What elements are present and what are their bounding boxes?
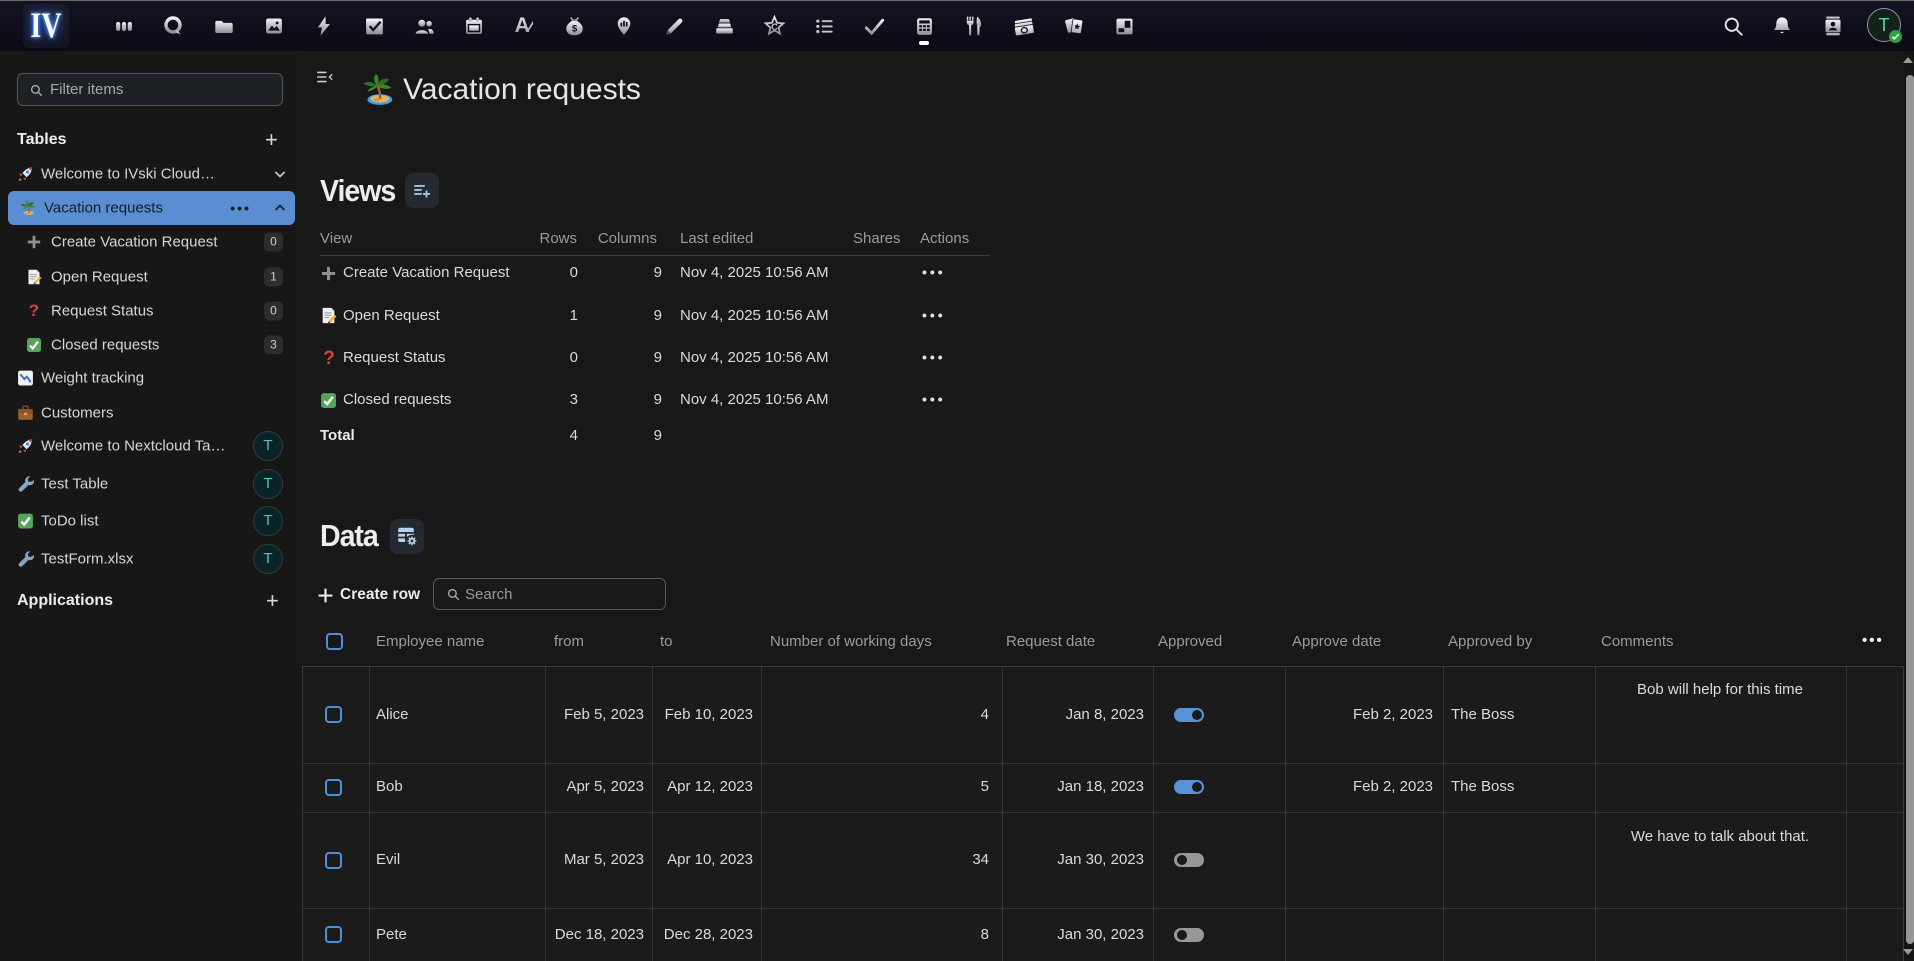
svg-text:C: C	[771, 21, 778, 31]
svg-text:$: $	[571, 23, 577, 34]
